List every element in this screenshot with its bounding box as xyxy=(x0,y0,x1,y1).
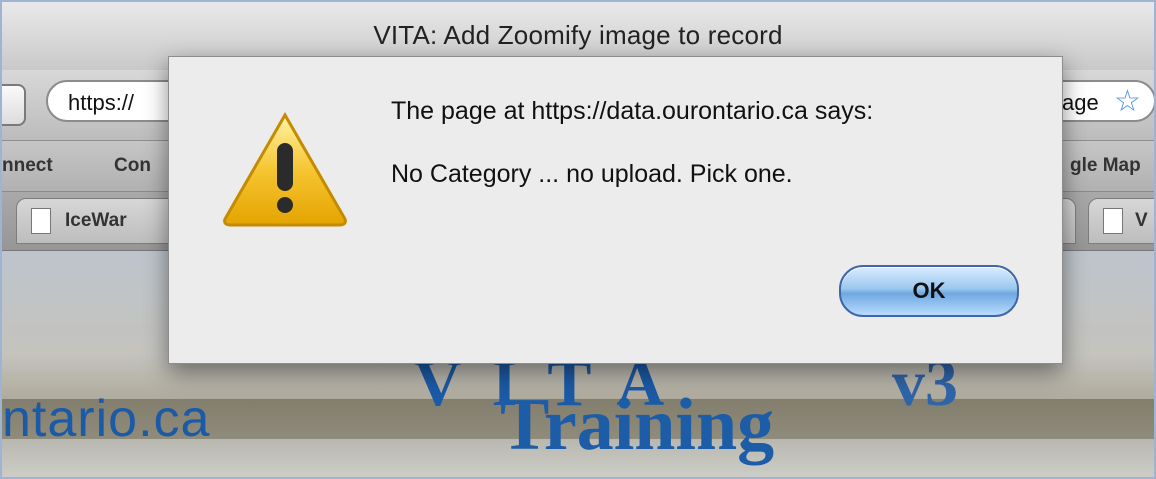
back-button[interactable] xyxy=(2,84,26,126)
ok-button[interactable]: OK xyxy=(839,265,1019,317)
bookmark-item[interactable]: Con xyxy=(114,155,151,177)
dialog-message-body: No Category ... no upload. Pick one. xyxy=(391,160,793,188)
dialog-message-title: The page at https://data.ourontario.ca s… xyxy=(391,97,874,125)
bookmark-star-icon[interactable]: ☆ xyxy=(1114,84,1141,119)
bookmark-item[interactable]: gle Map xyxy=(1070,155,1141,177)
ok-button-label: OK xyxy=(912,278,946,303)
document-icon xyxy=(1103,208,1123,234)
document-icon xyxy=(31,208,51,234)
browser-window: VITA: Add Zoomify image to record https:… xyxy=(0,0,1156,479)
tab-v[interactable]: V xyxy=(1088,198,1154,244)
alert-dialog: The page at https://data.ourontario.ca s… xyxy=(168,56,1063,364)
tab-label: V xyxy=(1135,210,1148,231)
address-bar-text-tail: age xyxy=(1062,90,1099,115)
bookmark-item[interactable]: nnect xyxy=(2,155,53,177)
address-bar-text: https:// xyxy=(68,90,135,115)
tab-label: IceWar xyxy=(65,210,127,231)
window-title: VITA: Add Zoomify image to record xyxy=(373,20,783,50)
banner-subtitle: Training xyxy=(500,384,775,466)
warning-icon xyxy=(223,111,347,227)
site-brand: ntario.ca xyxy=(2,390,211,448)
